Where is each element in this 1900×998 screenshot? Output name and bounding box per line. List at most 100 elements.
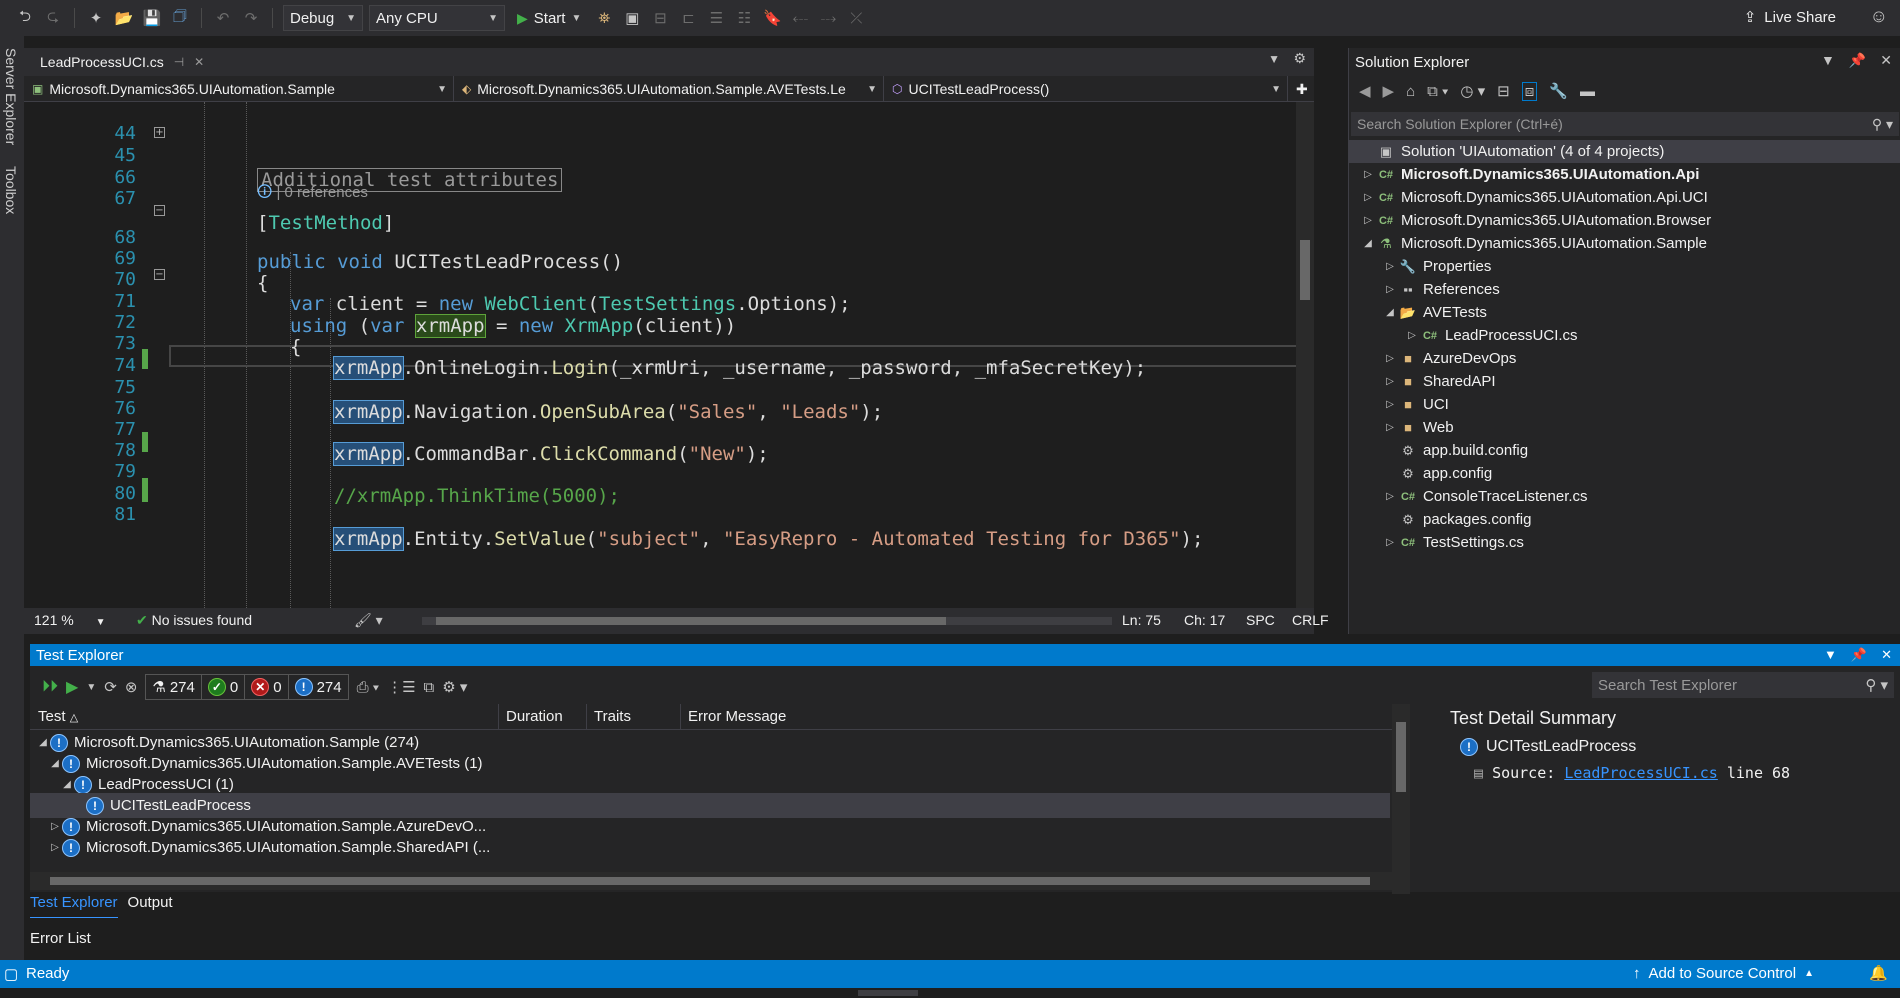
gear-icon[interactable]: ⚙ ▾ xyxy=(442,678,467,696)
source-file-link[interactable]: LeadProcessUCI.cs xyxy=(1564,764,1718,782)
tree-item[interactable]: ▷ C# Microsoft.Dynamics365.UIAutomation.Ap… xyxy=(1349,186,1900,209)
tree-item[interactable]: ▷ ■ Web xyxy=(1349,416,1900,439)
tree-item[interactable]: ◢ ⚗ Microsoft.Dynamics365.UIAutomation.Sam… xyxy=(1349,232,1900,255)
back-icon[interactable]: ◀ xyxy=(1359,82,1371,100)
expand-toggle-icon[interactable]: ▷ xyxy=(1383,422,1397,433)
chevron-down-icon[interactable]: ▼ xyxy=(86,682,96,693)
member-dropdown[interactable]: ⬡ UCITestLeadProcess() ▼ xyxy=(884,76,1288,102)
failed-tests-filter[interactable]: ✕ 0 xyxy=(244,674,289,700)
expand-toggle-icon[interactable]: ▷ xyxy=(48,842,62,853)
split-editor-button[interactable]: ✚ xyxy=(1288,76,1314,102)
navigate-forward-icon[interactable]: ⮎ xyxy=(42,7,64,29)
configuration-dropdown[interactable]: Debug ▼ xyxy=(283,5,363,31)
tree-item[interactable]: ▷ C# TestSettings.cs xyxy=(1349,531,1900,554)
total-tests-filter[interactable]: ⚗ 274 xyxy=(145,674,202,700)
expand-toggle-icon[interactable]: ▷ xyxy=(1383,376,1397,387)
tab-test-explorer[interactable]: Test Explorer xyxy=(30,894,118,918)
close-icon[interactable]: ✕ xyxy=(194,55,204,69)
run-icon[interactable]: ▶ xyxy=(66,677,78,697)
expand-toggle-icon[interactable]: ◢ xyxy=(48,758,62,769)
show-all-files-icon[interactable]: ⧈ xyxy=(1521,81,1538,101)
undo-icon[interactable]: ↶ xyxy=(212,7,234,29)
tree-item[interactable]: ▷ ■ UCI xyxy=(1349,393,1900,416)
tree-item[interactable]: ▷ C# Microsoft.Dynamics365.UIAutomation.Br… xyxy=(1349,209,1900,232)
playlist-icon[interactable]: ⎙ ▾ xyxy=(357,679,379,696)
scrollbar-thumb[interactable] xyxy=(50,877,1370,885)
pin-icon[interactable]: 📌 xyxy=(1849,52,1866,69)
column-header-traits[interactable]: Traits xyxy=(594,708,631,725)
run-all-icon[interactable]: ⏵⏵ xyxy=(42,678,58,696)
expand-toggle-icon[interactable]: ▷ xyxy=(1383,261,1397,272)
test-search-input[interactable]: Search Test Explorer ⚲ ▾ xyxy=(1592,672,1894,698)
switch-views-icon[interactable]: ⧉ ▾ xyxy=(1427,83,1448,100)
browser-icon[interactable]: ▣ xyxy=(621,7,643,29)
tree-item[interactable]: ⚙ app.config xyxy=(1349,462,1900,485)
expand-toggle-icon[interactable]: ◢ xyxy=(1383,307,1397,318)
bookmark-icon[interactable]: 🔖 xyxy=(761,7,783,29)
tree-item[interactable]: ▷ 🔧 Properties xyxy=(1349,255,1900,278)
expand-toggle-icon[interactable]: ▷ xyxy=(1383,537,1397,548)
new-project-icon[interactable]: ✦ xyxy=(85,7,107,29)
line-indicator[interactable]: Ln: 75 xyxy=(1122,612,1161,628)
tree-item[interactable]: ⚙ app.build.config xyxy=(1349,439,1900,462)
column-header-error-message[interactable]: Error Message xyxy=(688,708,786,725)
pin-icon[interactable]: 📌 xyxy=(1851,647,1867,663)
collapse-icon[interactable]: ⧉ xyxy=(424,679,435,696)
brush-icon[interactable]: 🖌 ▾ xyxy=(354,612,383,629)
scrollbar-thumb[interactable] xyxy=(436,617,946,625)
pending-changes-icon[interactable]: ◷ ▾ xyxy=(1460,82,1485,100)
expand-toggle-icon[interactable]: ▷ xyxy=(1383,353,1397,364)
expand-toggle-icon[interactable]: ▷ xyxy=(48,821,62,832)
save-icon[interactable]: 💾 xyxy=(141,7,163,29)
step-icon[interactable]: ⊟ xyxy=(649,7,671,29)
attach-icon[interactable]: ⛯ xyxy=(593,7,615,29)
expand-toggle-icon[interactable]: ▷ xyxy=(1361,169,1375,180)
properties-icon[interactable]: 🔧 xyxy=(1549,82,1568,100)
expand-toggle-icon[interactable]: ▷ xyxy=(1383,284,1397,295)
zoom-dropdown[interactable]: 121 % ▼ xyxy=(34,612,106,628)
tree-item[interactable]: ▷ ■ SharedAPI xyxy=(1349,370,1900,393)
chevron-down-icon[interactable]: ▼ xyxy=(1268,52,1280,66)
redo-icon[interactable]: ↷ xyxy=(240,7,262,29)
editor-vertical-scrollbar[interactable] xyxy=(1296,102,1314,608)
chevron-down-icon[interactable]: ▼ xyxy=(1821,52,1835,69)
pin-icon[interactable]: ⊣ xyxy=(174,55,184,69)
expand-toggle-icon[interactable]: ▷ xyxy=(1361,215,1375,226)
expand-toggle-icon[interactable]: ◢ xyxy=(60,779,74,790)
expand-toggle-icon[interactable]: ▷ xyxy=(1405,330,1419,341)
tree-item[interactable]: ▣ Solution 'UIAutomation' (4 of 4 project… xyxy=(1349,140,1900,163)
scrollbar-thumb[interactable] xyxy=(1300,240,1310,300)
document-tab[interactable]: LeadProcessUCI.cs ⊣ ✕ xyxy=(30,48,214,76)
column-divider[interactable] xyxy=(498,704,499,730)
prev-bookmark-icon[interactable]: ⤎ xyxy=(789,7,811,29)
forward-icon[interactable]: ▶ xyxy=(1383,82,1395,100)
chevron-down-icon[interactable]: ▼ xyxy=(1824,647,1837,663)
not-run-tests-filter[interactable]: ! 274 xyxy=(287,674,349,700)
tab-error-list[interactable]: Error List xyxy=(30,930,91,947)
column-divider[interactable] xyxy=(586,704,587,730)
line-ending-indicator[interactable]: CRLF xyxy=(1292,612,1329,628)
class-dropdown[interactable]: ⬖ Microsoft.Dynamics365.UIAutomation.Sam… xyxy=(454,76,884,102)
solution-search-input[interactable]: Search Solution Explorer (Ctrl+é) ⚲ ▾ xyxy=(1351,112,1899,136)
code-editor[interactable]: + − − 44 45 Additional test attributes 6… xyxy=(24,102,1314,608)
start-button[interactable]: ▶ Start ▼ xyxy=(511,10,587,27)
group-by-icon[interactable]: ⋮☰ xyxy=(387,678,415,696)
indent-icon[interactable]: ⊏ xyxy=(677,7,699,29)
preview-icon[interactable]: ▬ xyxy=(1580,83,1595,100)
close-icon[interactable]: ✕ xyxy=(1880,52,1892,69)
test-list-horizontal-scrollbar[interactable] xyxy=(30,872,1392,890)
tree-item[interactable]: ▷ C# ConsoleTraceListener.cs xyxy=(1349,485,1900,508)
notifications-icon[interactable]: 🔔 xyxy=(1869,964,1888,982)
uncomment-icon[interactable]: ☷ xyxy=(733,7,755,29)
platform-dropdown[interactable]: Any CPU ▼ xyxy=(369,5,505,31)
expand-toggle-icon[interactable]: ▷ xyxy=(1361,192,1375,203)
live-share-button[interactable]: ⇪ Live Share xyxy=(1744,8,1836,27)
tree-item[interactable]: ▷ ▪▪ References xyxy=(1349,278,1900,301)
tree-item[interactable]: ⚙ packages.config xyxy=(1349,508,1900,531)
save-all-icon[interactable]: 🗇 xyxy=(169,7,191,29)
gear-icon[interactable]: ⚙ xyxy=(1293,50,1306,67)
expand-toggle-icon[interactable]: ◢ xyxy=(36,737,50,748)
passed-tests-filter[interactable]: ✓ 0 xyxy=(200,674,246,700)
project-dropdown[interactable]: ▣ Microsoft.Dynamics365.UIAutomation.Sam… xyxy=(24,76,454,102)
column-indicator[interactable]: Ch: 17 xyxy=(1184,612,1225,628)
